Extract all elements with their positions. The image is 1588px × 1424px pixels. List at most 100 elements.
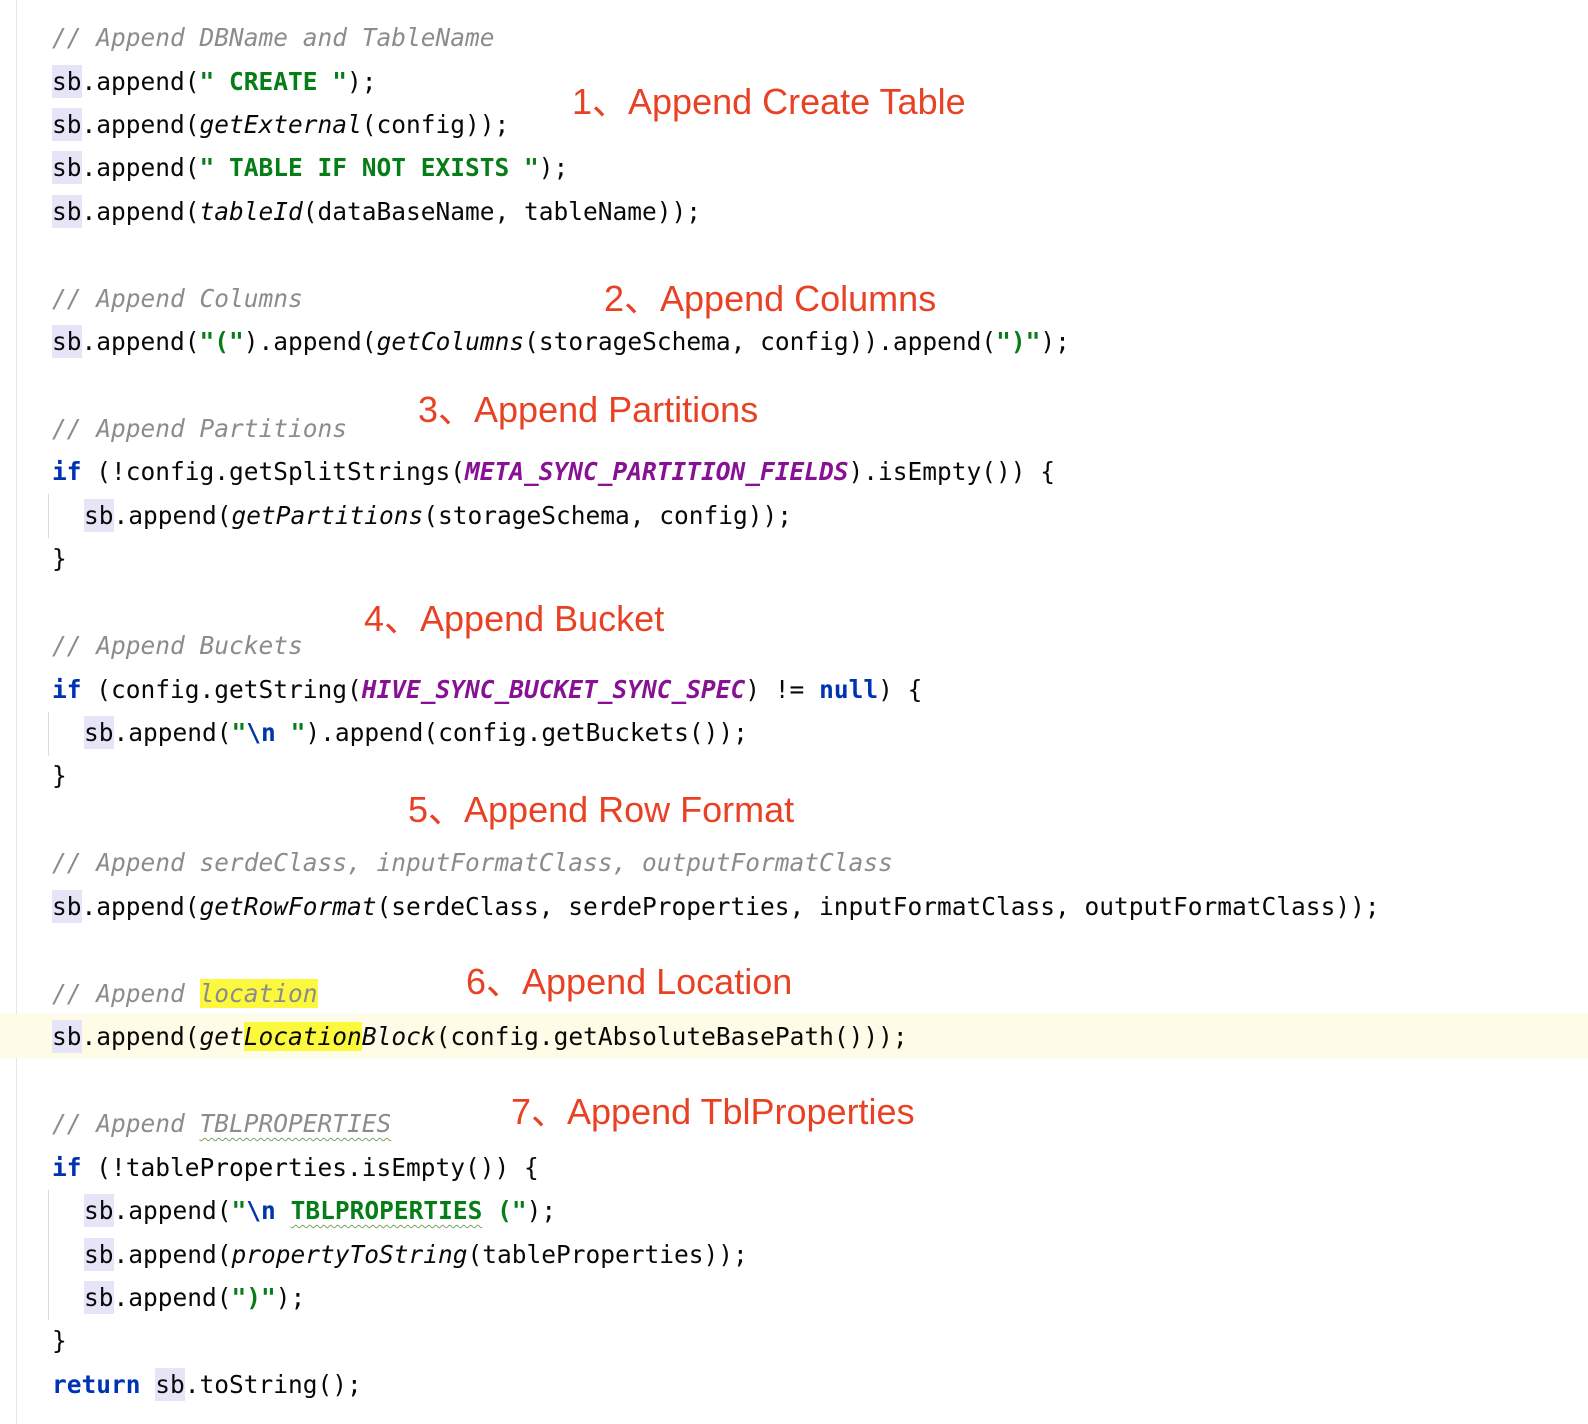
- code-line[interactable]: // Append TBLPROPERTIES: [52, 1104, 391, 1144]
- code-text: );: [526, 1196, 557, 1225]
- code-line[interactable]: // Append Partitions: [52, 409, 347, 449]
- code-line[interactable]: sb.append(tableId(dataBaseName, tableNam…: [52, 192, 701, 232]
- code-line[interactable]: return sb.toString();: [52, 1365, 362, 1405]
- code-line[interactable]: sb.append(propertyToString(tableProperti…: [84, 1235, 748, 1275]
- code-comment: // Append: [52, 1109, 200, 1138]
- static-method: getPartitions: [231, 501, 424, 530]
- code-line[interactable]: sb.append(getPartitions(storageSchema, c…: [84, 496, 792, 536]
- code-text: (config.getString(: [81, 675, 362, 704]
- variable-sb: sb: [52, 108, 82, 141]
- code-text: (!config.getSplitStrings(: [81, 457, 466, 486]
- indent-guide: [48, 1190, 49, 1320]
- code-comment: // Append DBName and TableName: [52, 23, 495, 52]
- string-literal: [276, 1196, 291, 1225]
- annotation-step-5: 5、Append Row Format: [408, 789, 795, 830]
- code-text: (config));: [361, 110, 510, 139]
- code-text: .append(: [81, 153, 200, 182]
- code-text: (config.getAbsoluteBasePath()));: [435, 1022, 908, 1051]
- code-text: .append(: [81, 892, 200, 921]
- code-editor[interactable]: // Append DBName and TableName sb.append…: [0, 0, 1588, 1424]
- static-method: getExternal: [199, 110, 362, 139]
- variable-sb: sb: [52, 1020, 82, 1053]
- code-line[interactable]: sb.append("\n TBLPROPERTIES (");: [84, 1191, 556, 1231]
- code-text: ) {: [878, 675, 923, 704]
- static-method: getColumns: [376, 327, 525, 356]
- code-text: .toString();: [184, 1370, 362, 1399]
- code-line[interactable]: // Append location: [52, 974, 318, 1014]
- closing-brace: }: [52, 1326, 67, 1355]
- variable-sb: sb: [52, 890, 82, 923]
- variable-sb: sb: [84, 1281, 114, 1314]
- code-text: .append(: [81, 197, 200, 226]
- static-method: Block: [361, 1022, 436, 1051]
- code-text: ) !=: [745, 675, 820, 704]
- annotation-step-7: 7、Append TblProperties: [511, 1091, 915, 1132]
- code-line[interactable]: // Append Buckets: [52, 626, 303, 666]
- code-line[interactable]: }: [52, 1321, 67, 1361]
- variable-sb: sb: [84, 1238, 114, 1271]
- code-line[interactable]: sb.append(" TABLE IF NOT EXISTS ");: [52, 148, 568, 188]
- escape-sequence: \n: [246, 1196, 276, 1225]
- code-line-current[interactable]: sb.append(getLocationBlock(config.getAbs…: [52, 1017, 908, 1057]
- indent-guide: [48, 494, 49, 538]
- code-line[interactable]: if (config.getString(HIVE_SYNC_BUCKET_SY…: [52, 670, 922, 710]
- code-text: .append(: [113, 1196, 232, 1225]
- code-line[interactable]: if (!tableProperties.isEmpty()) {: [52, 1148, 539, 1188]
- static-method: tableId: [199, 197, 303, 226]
- code-text: ).append(config.getBuckets());: [305, 718, 748, 747]
- code-line[interactable]: // Append serdeClass, inputFormatClass, …: [52, 843, 893, 883]
- code-text: (dataBaseName, tableName));: [302, 197, 702, 226]
- code-line[interactable]: sb.append(" CREATE ");: [52, 62, 377, 102]
- code-line[interactable]: if (!config.getSplitStrings(META_SYNC_PA…: [52, 452, 1055, 492]
- variable-sb: sb: [84, 499, 114, 532]
- closing-brace: }: [52, 544, 67, 573]
- static-method: getRowFormat: [199, 892, 377, 921]
- code-text: .append(: [113, 501, 232, 530]
- variable-sb: sb: [84, 1194, 114, 1227]
- code-text: .append(: [113, 1240, 232, 1269]
- code-comment: // Append Columns: [52, 284, 303, 313]
- code-comment: // Append serdeClass, inputFormatClass, …: [52, 848, 893, 877]
- string-literal: "(": [199, 327, 244, 356]
- code-line[interactable]: // Append DBName and TableName: [52, 18, 495, 58]
- code-text: (storageSchema, config)).append(: [524, 327, 997, 356]
- code-comment: // Append Buckets: [52, 631, 303, 660]
- string-literal: " TABLE IF NOT EXISTS ": [199, 153, 539, 182]
- code-text: (serdeClass, serdeProperties, inputForma…: [376, 892, 1380, 921]
- keyword: if: [52, 1153, 82, 1182]
- code-text: (tableProperties));: [467, 1240, 748, 1269]
- code-text: .append(: [81, 67, 200, 96]
- code-line[interactable]: }: [52, 539, 67, 579]
- code-comment: // Append Partitions: [52, 414, 348, 443]
- indent-guide: [48, 712, 49, 756]
- code-text: .append(: [81, 1022, 200, 1051]
- variable-sb: sb: [52, 195, 82, 228]
- code-line[interactable]: }: [52, 756, 67, 796]
- annotation-step-2: 2、Append Columns: [604, 278, 937, 319]
- code-text: .append(: [113, 1283, 232, 1312]
- string-literal: (": [482, 1196, 527, 1225]
- keyword: if: [52, 675, 82, 704]
- code-text: .append(: [81, 110, 200, 139]
- code-line[interactable]: sb.append(getExternal(config));: [52, 105, 509, 145]
- code-line[interactable]: sb.append("(").append(getColumns(storage…: [52, 322, 1070, 362]
- search-match: location: [199, 979, 318, 1008]
- string-literal: ")": [231, 1283, 276, 1312]
- string-literal: " CREATE ": [199, 67, 348, 96]
- code-line[interactable]: sb.append("\n ").append(config.getBucket…: [84, 713, 748, 753]
- string-literal: ": [231, 718, 247, 747]
- closing-brace: }: [52, 761, 67, 790]
- string-literal: ": [231, 1196, 247, 1225]
- code-line[interactable]: sb.append(getRowFormat(serdeClass, serde…: [52, 887, 1380, 927]
- code-line[interactable]: sb.append(")");: [84, 1278, 305, 1318]
- keyword: null: [819, 675, 879, 704]
- variable-sb: sb: [52, 325, 82, 358]
- code-line[interactable]: // Append Columns: [52, 279, 303, 319]
- spelling-warning: TBLPROPERTIES: [290, 1196, 483, 1225]
- static-method: propertyToString: [231, 1240, 468, 1269]
- code-text: .append(: [81, 327, 200, 356]
- variable-sb: sb: [52, 151, 82, 184]
- code-text: .append(: [113, 718, 232, 747]
- string-literal: ")": [996, 327, 1041, 356]
